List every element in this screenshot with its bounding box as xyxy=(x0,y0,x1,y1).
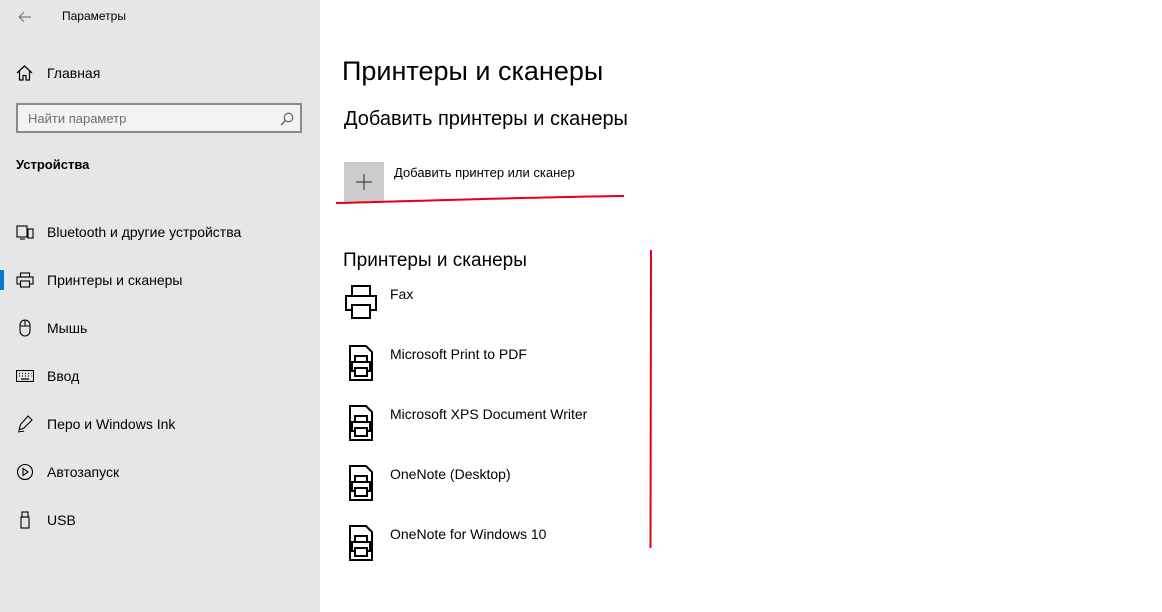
autoplay-icon xyxy=(16,463,34,481)
add-section-heading: Добавить принтеры и сканеры xyxy=(344,108,628,130)
sidebar-item-label: Bluetooth и другие устройства xyxy=(47,224,242,240)
printer-name: Microsoft Print to PDF xyxy=(390,346,527,362)
search-box[interactable] xyxy=(16,103,302,133)
keyboard-icon xyxy=(16,367,34,385)
mouse-icon xyxy=(16,319,34,337)
add-printer-label: Добавить принтер или сканер xyxy=(394,165,575,180)
search-icon[interactable] xyxy=(280,112,294,126)
home-nav-item[interactable]: Главная xyxy=(16,62,100,84)
sidebar-item-input[interactable]: Ввод xyxy=(0,352,320,400)
printer-item-fax[interactable]: Fax xyxy=(344,284,664,344)
document-printer-icon xyxy=(349,465,373,501)
page-title: Принтеры и сканеры xyxy=(342,56,604,86)
sidebar-item-label: Ввод xyxy=(47,368,80,384)
plus-icon xyxy=(356,174,372,190)
sidebar: Параметры Главная Устройства Bluetooth и… xyxy=(0,0,320,612)
pen-icon xyxy=(16,415,34,433)
sidebar-item-mouse[interactable]: Мышь xyxy=(0,304,320,352)
sidebar-item-label: Автозапуск xyxy=(47,464,120,480)
printer-item-pdf[interactable]: Microsoft Print to PDF xyxy=(344,344,664,404)
sidebar-item-bluetooth[interactable]: Bluetooth и другие устройства xyxy=(0,208,320,256)
printer-name: OneNote for Windows 10 xyxy=(390,526,547,542)
sidebar-item-pen[interactable]: Перо и Windows Ink xyxy=(0,400,320,448)
usb-icon xyxy=(16,511,34,529)
sidebar-item-printers[interactable]: Принтеры и сканеры xyxy=(0,256,320,304)
printer-item-onenote-desktop[interactable]: OneNote (Desktop) xyxy=(344,464,664,524)
sidebar-item-label: USB xyxy=(47,512,76,528)
app-title: Параметры xyxy=(62,9,126,23)
red-underline-annotation xyxy=(335,195,625,204)
sidebar-nav: Bluetooth и другие устройства Принтеры и… xyxy=(0,208,320,544)
home-icon xyxy=(16,65,33,81)
red-vertical-annotation xyxy=(649,250,652,549)
printers-list-heading: Принтеры и сканеры xyxy=(343,250,527,271)
printer-icon xyxy=(16,271,34,289)
main-content: Принтеры и сканеры Добавить принтеры и с… xyxy=(320,0,1162,612)
sidebar-item-label: Принтеры и сканеры xyxy=(47,272,183,288)
section-title: Устройства xyxy=(16,157,90,172)
printer-name: Microsoft XPS Document Writer xyxy=(390,406,588,422)
back-button[interactable] xyxy=(16,8,34,26)
fax-printer-icon xyxy=(345,285,377,319)
printer-list: Fax Microsoft Print to PDF Microsoft XPS… xyxy=(344,284,664,584)
printer-name: OneNote (Desktop) xyxy=(390,466,511,482)
sidebar-item-autoplay[interactable]: Автозапуск xyxy=(0,448,320,496)
document-printer-icon xyxy=(349,345,373,381)
document-printer-icon xyxy=(349,405,373,441)
sidebar-item-label: Мышь xyxy=(47,320,88,336)
document-printer-icon xyxy=(349,525,373,561)
printer-name: Fax xyxy=(390,286,414,302)
search-input[interactable] xyxy=(28,109,268,127)
bluetooth-devices-icon xyxy=(16,223,34,241)
sidebar-item-label: Перо и Windows Ink xyxy=(47,416,176,432)
sidebar-item-usb[interactable]: USB xyxy=(0,496,320,544)
printer-item-onenote-win10[interactable]: OneNote for Windows 10 xyxy=(344,524,664,584)
back-arrow-icon xyxy=(18,11,31,23)
printer-item-xps[interactable]: Microsoft XPS Document Writer xyxy=(344,404,664,464)
home-label: Главная xyxy=(47,65,101,81)
